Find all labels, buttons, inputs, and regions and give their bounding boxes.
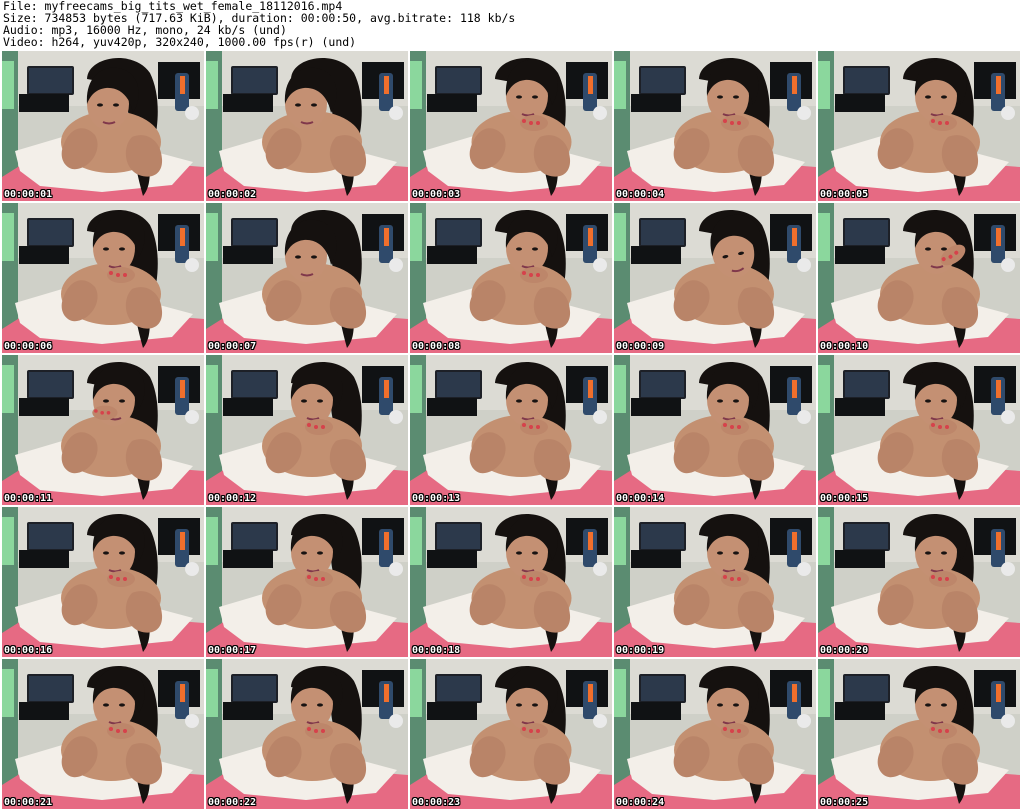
video-frame-image xyxy=(2,659,204,809)
timestamp-label: 00:00:20 xyxy=(820,645,869,656)
video-frame-image xyxy=(2,507,204,657)
video-frame-image xyxy=(2,355,204,505)
thumbnail-12[interactable]: 00:00:12 xyxy=(206,355,408,505)
timestamp-label: 00:00:13 xyxy=(412,493,461,504)
thumbnail-5[interactable]: 00:00:05 xyxy=(818,51,1020,201)
timestamp-label: 00:00:07 xyxy=(208,341,257,352)
thumbnail-18[interactable]: 00:00:18 xyxy=(410,507,612,657)
video-frame-image xyxy=(614,203,816,353)
thumbnail-6[interactable]: 00:00:06 xyxy=(2,203,204,353)
timestamp-label: 00:00:12 xyxy=(208,493,257,504)
thumbnail-10[interactable]: 00:00:10 xyxy=(818,203,1020,353)
video-frame-image xyxy=(818,203,1020,353)
video-frame-image xyxy=(410,659,612,809)
thumbnail-23[interactable]: 00:00:23 xyxy=(410,659,612,809)
timestamp-label: 00:00:25 xyxy=(820,797,869,808)
timestamp-label: 00:00:11 xyxy=(4,493,53,504)
timestamp-label: 00:00:16 xyxy=(4,645,53,656)
timestamp-label: 00:00:17 xyxy=(208,645,257,656)
video-frame-image xyxy=(818,51,1020,201)
timestamp-label: 00:00:05 xyxy=(820,189,869,200)
thumbnail-25[interactable]: 00:00:25 xyxy=(818,659,1020,809)
timestamp-label: 00:00:15 xyxy=(820,493,869,504)
timestamp-label: 00:00:09 xyxy=(616,341,665,352)
video-frame-image xyxy=(614,51,816,201)
thumbnail-15[interactable]: 00:00:15 xyxy=(818,355,1020,505)
video-info-line: Video: h264, yuv420p, 320x240, 1000.00 f… xyxy=(3,35,357,49)
timestamp-label: 00:00:04 xyxy=(616,189,665,200)
thumbnail-17[interactable]: 00:00:17 xyxy=(206,507,408,657)
file-info-header: File: myfreecams_big_tits_wet_female_181… xyxy=(3,0,1021,48)
timestamp-label: 00:00:01 xyxy=(4,189,53,200)
thumbnail-9[interactable]: 00:00:09 xyxy=(614,203,816,353)
video-frame-image xyxy=(206,51,408,201)
timestamp-label: 00:00:14 xyxy=(616,493,665,504)
video-frame-image xyxy=(2,203,204,353)
thumbnail-7[interactable]: 00:00:07 xyxy=(206,203,408,353)
timestamp-label: 00:00:24 xyxy=(616,797,665,808)
timestamp-label: 00:00:18 xyxy=(412,645,461,656)
thumbnail-2[interactable]: 00:00:02 xyxy=(206,51,408,201)
thumbnail-8[interactable]: 00:00:08 xyxy=(410,203,612,353)
video-frame-image xyxy=(2,51,204,201)
timestamp-label: 00:00:06 xyxy=(4,341,53,352)
thumbnail-22[interactable]: 00:00:22 xyxy=(206,659,408,809)
thumbnail-grid: 00:00:01 00:00:02 00:00:03 00:00:04 00:0… xyxy=(2,51,1022,811)
thumbnail-3[interactable]: 00:00:03 xyxy=(410,51,612,201)
video-frame-image xyxy=(206,507,408,657)
thumbnail-4[interactable]: 00:00:04 xyxy=(614,51,816,201)
video-frame-image xyxy=(410,355,612,505)
video-frame-image xyxy=(818,659,1020,809)
thumbnail-13[interactable]: 00:00:13 xyxy=(410,355,612,505)
video-frame-image xyxy=(818,355,1020,505)
video-frame-image xyxy=(206,203,408,353)
thumbnail-14[interactable]: 00:00:14 xyxy=(614,355,816,505)
thumbnail-21[interactable]: 00:00:21 xyxy=(2,659,204,809)
thumbnail-24[interactable]: 00:00:24 xyxy=(614,659,816,809)
video-frame-image xyxy=(614,507,816,657)
thumbnail-11[interactable]: 00:00:11 xyxy=(2,355,204,505)
timestamp-label: 00:00:10 xyxy=(820,341,869,352)
video-frame-image xyxy=(410,51,612,201)
thumbnail-1[interactable]: 00:00:01 xyxy=(2,51,204,201)
video-frame-image xyxy=(206,355,408,505)
timestamp-label: 00:00:02 xyxy=(208,189,257,200)
timestamp-label: 00:00:23 xyxy=(412,797,461,808)
video-frame-image xyxy=(410,203,612,353)
timestamp-label: 00:00:03 xyxy=(412,189,461,200)
video-frame-image xyxy=(206,659,408,809)
thumbnail-19[interactable]: 00:00:19 xyxy=(614,507,816,657)
timestamp-label: 00:00:08 xyxy=(412,341,461,352)
thumbnail-16[interactable]: 00:00:16 xyxy=(2,507,204,657)
timestamp-label: 00:00:22 xyxy=(208,797,257,808)
thumbnail-20[interactable]: 00:00:20 xyxy=(818,507,1020,657)
timestamp-label: 00:00:19 xyxy=(616,645,665,656)
video-frame-image xyxy=(614,659,816,809)
video-frame-image xyxy=(410,507,612,657)
video-frame-image xyxy=(614,355,816,505)
timestamp-label: 00:00:21 xyxy=(4,797,53,808)
video-frame-image xyxy=(818,507,1020,657)
